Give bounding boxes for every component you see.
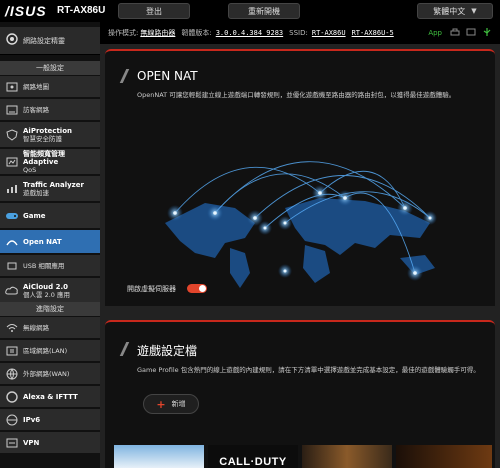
main-content: OPEN NAT OpenNAT 可讓您輕鬆建立線上遊戲端口轉發規則，並優化遊戲…	[100, 44, 500, 468]
sidebar-item-game[interactable]: Game	[0, 203, 100, 229]
section-title: 遊戲設定檔	[137, 344, 198, 358]
title-slash-decoration	[119, 342, 130, 356]
sidebar-item-wireless[interactable]: 無線網路	[0, 317, 100, 339]
qos-icon	[5, 156, 19, 168]
reboot-button[interactable]: 重新開機	[228, 3, 300, 19]
open-nat-icon	[5, 236, 19, 248]
game-thumbnail-4[interactable]	[396, 445, 492, 468]
sidebar-item-label: 無線網路	[23, 323, 49, 332]
virtual-server-label: 開啟虛擬伺服器	[127, 285, 176, 293]
app-link[interactable]: App	[428, 29, 442, 37]
sidebar-item-aiprotection[interactable]: AiProtection 智慧安全防護	[0, 122, 100, 148]
vpn-icon	[5, 437, 19, 449]
sidebar-item-title: 智能頻寬管理 Adaptive	[23, 149, 65, 166]
sidebar-item-title: Game	[23, 211, 46, 220]
sidebar-item-title: Open NAT	[23, 237, 62, 246]
sidebar-item-title: VPN	[23, 438, 40, 447]
sidebar-item-label: 外部網路(WAN)	[23, 369, 70, 378]
game-thumbnail-1[interactable]	[114, 445, 204, 468]
quick-setup-label: 網路設定精靈	[23, 36, 65, 45]
firmware-link[interactable]: 3.0.0.4.384_9283	[216, 29, 283, 37]
usb-status-icon[interactable]	[482, 27, 492, 39]
section-description: Game Profile 包含熱門的線上遊戲的內建規則，請在下方清單中選擇遊戲並…	[137, 366, 480, 374]
model-name: RT-AX86U	[57, 5, 106, 16]
sidebar-item-title: AiProtection	[23, 126, 72, 135]
advanced-section-header: 進階設定	[0, 302, 100, 316]
sidebar-item-ipv6[interactable]: IPv6	[0, 409, 100, 431]
sidebar: 網路設定精靈 一般設定 網路地圖 訪客網路 AiProtection 智慧安全防護…	[0, 22, 100, 468]
sidebar-item-vpn[interactable]: VPN	[0, 432, 100, 454]
ssid-label: SSID:	[289, 29, 308, 37]
sidebar-item-title: IPv6	[23, 415, 41, 424]
firmware-label: 韌體版本:	[181, 29, 212, 37]
mode-label: 操作模式:	[108, 29, 139, 37]
sidebar-item-wan[interactable]: 外部網路(WAN)	[0, 363, 100, 385]
sidebar-item-label: 個人雲 2.0 應用	[23, 290, 70, 299]
logout-button[interactable]: 登出	[118, 3, 190, 19]
sidebar-item-label: USB 相關應用	[23, 261, 65, 270]
wizard-icon	[5, 31, 19, 50]
add-game-profile-button[interactable]: + 新增	[143, 394, 199, 414]
ssid-5-link[interactable]: RT-AX86U-5	[352, 29, 394, 37]
cloud-icon	[5, 285, 19, 297]
usb-icon	[5, 260, 19, 272]
alexa-icon	[5, 390, 19, 403]
sidebar-item-label: 遊戲加速	[23, 188, 49, 197]
mode-link[interactable]: 無線路由器	[140, 28, 175, 38]
sidebar-item-lan[interactable]: 區域網路(LAN)	[0, 340, 100, 362]
sidebar-item-aicloud[interactable]: AiCloud 2.0 個人雲 2.0 應用	[0, 278, 100, 304]
sidebar-item-traffic-analyzer[interactable]: Traffic Analyzer 遊戲加速	[0, 176, 100, 202]
asus-logo: /ISUS	[5, 3, 47, 19]
open-nat-panel: OPEN NAT OpenNAT 可讓您輕鬆建立線上遊戲端口轉發規則，並優化遊戲…	[105, 49, 495, 306]
title-slash-decoration	[119, 69, 130, 83]
plus-icon: +	[156, 397, 166, 411]
sidebar-item-guest-network[interactable]: 訪客網路	[0, 99, 100, 121]
sidebar-item-label: 智慧安全防護	[23, 134, 62, 143]
traffic-analyzer-icon	[5, 183, 19, 195]
guest-network-icon	[5, 104, 19, 116]
general-section-header: 一般設定	[0, 61, 100, 75]
page-title: OPEN NAT	[137, 69, 198, 83]
sidebar-item-label: 區域網路(LAN)	[23, 346, 68, 355]
lan-icon	[5, 345, 19, 357]
quick-setup-button[interactable]: 網路設定精靈	[0, 27, 100, 55]
virtual-server-toggle[interactable]	[187, 284, 207, 293]
network-map-icon	[5, 81, 19, 93]
sidebar-item-usb[interactable]: USB 相關應用	[0, 255, 100, 277]
game-thumbnail-call-of-duty[interactable]: CALL·DUTY	[208, 445, 298, 468]
ssid-24-link[interactable]: RT-AX86U	[312, 29, 346, 37]
ipv6-icon	[5, 414, 19, 426]
game-thumbnail-3[interactable]	[302, 445, 392, 468]
sidebar-item-qos[interactable]: 智能頻寬管理 Adaptive QoS	[0, 149, 100, 175]
sidebar-item-network-map[interactable]: 網路地圖	[0, 76, 100, 98]
world-map-illustration	[165, 161, 437, 288]
shield-icon	[5, 128, 19, 141]
sidebar-item-title: AiCloud 2.0	[23, 282, 68, 291]
chevron-down-icon: ▼	[471, 7, 477, 15]
sidebar-item-title: Alexa & IFTTT	[23, 392, 78, 401]
wireless-icon	[5, 322, 19, 334]
sidebar-item-label: 訪客網路	[23, 105, 49, 114]
sidebar-item-label: 網路地圖	[23, 82, 49, 91]
page-description: OpenNAT 可讓您輕鬆建立線上遊戲端口轉發規則，並優化遊戲機至路由器的路由封…	[137, 91, 456, 99]
language-select[interactable]: 繁體中文 ▼	[417, 3, 493, 19]
language-value: 繁體中文	[433, 6, 466, 16]
top-bar: /ISUS RT-AX86U 登出 重新開機 繁體中文 ▼	[0, 0, 500, 22]
game-logo-text: CALL·DUTY	[219, 456, 287, 468]
globe-icon	[5, 368, 19, 380]
sidebar-item-label: QoS	[23, 165, 37, 174]
status-bar: 操作模式: 無線路由器 韌體版本: 3.0.0.4.384_9283 SSID:…	[100, 22, 500, 44]
gamepad-icon	[5, 210, 19, 222]
printer-icon[interactable]	[450, 28, 460, 39]
sidebar-item-title: Traffic Analyzer	[23, 180, 84, 189]
sidebar-item-alexa[interactable]: Alexa & IFTTT	[0, 386, 100, 408]
add-label: 新增	[171, 400, 186, 408]
network-client-icon[interactable]	[466, 28, 476, 39]
sidebar-item-open-nat[interactable]: Open NAT	[0, 230, 100, 254]
